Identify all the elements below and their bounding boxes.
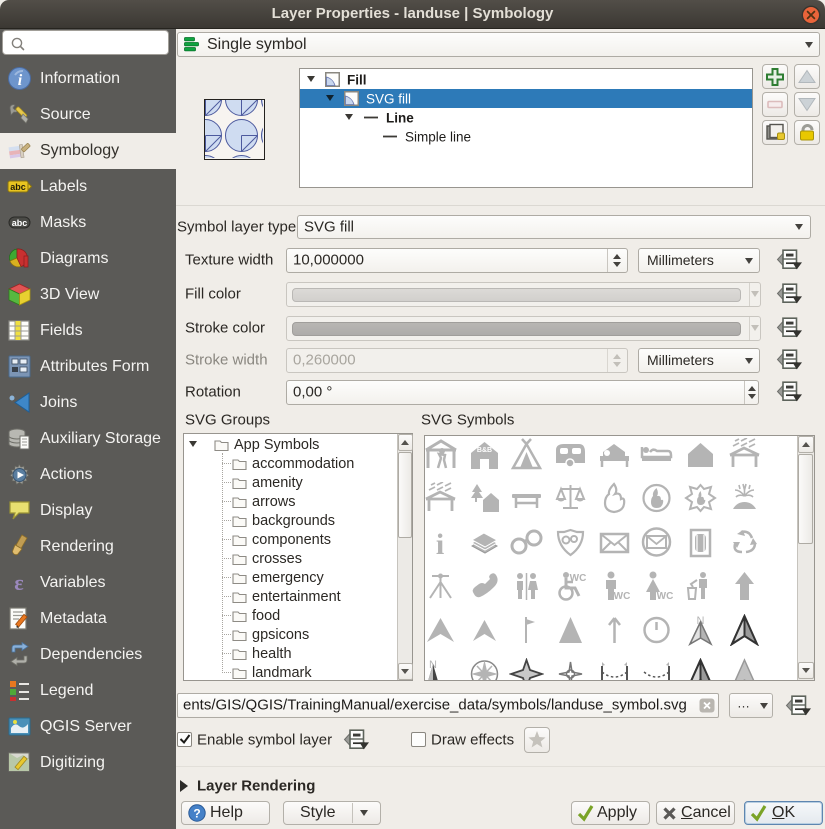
svg-text:B&B: B&B — [477, 447, 492, 454]
svg-text:abc: abc — [10, 182, 26, 192]
svg-text:?: ? — [193, 807, 200, 821]
svg-text:WC: WC — [614, 591, 631, 602]
svg-text:i: i — [18, 72, 23, 89]
svg-text:ε: ε — [14, 570, 23, 595]
svg-text:WC: WC — [657, 591, 674, 602]
svg-text:i: i — [436, 528, 444, 558]
svg-text:abc: abc — [12, 218, 28, 228]
